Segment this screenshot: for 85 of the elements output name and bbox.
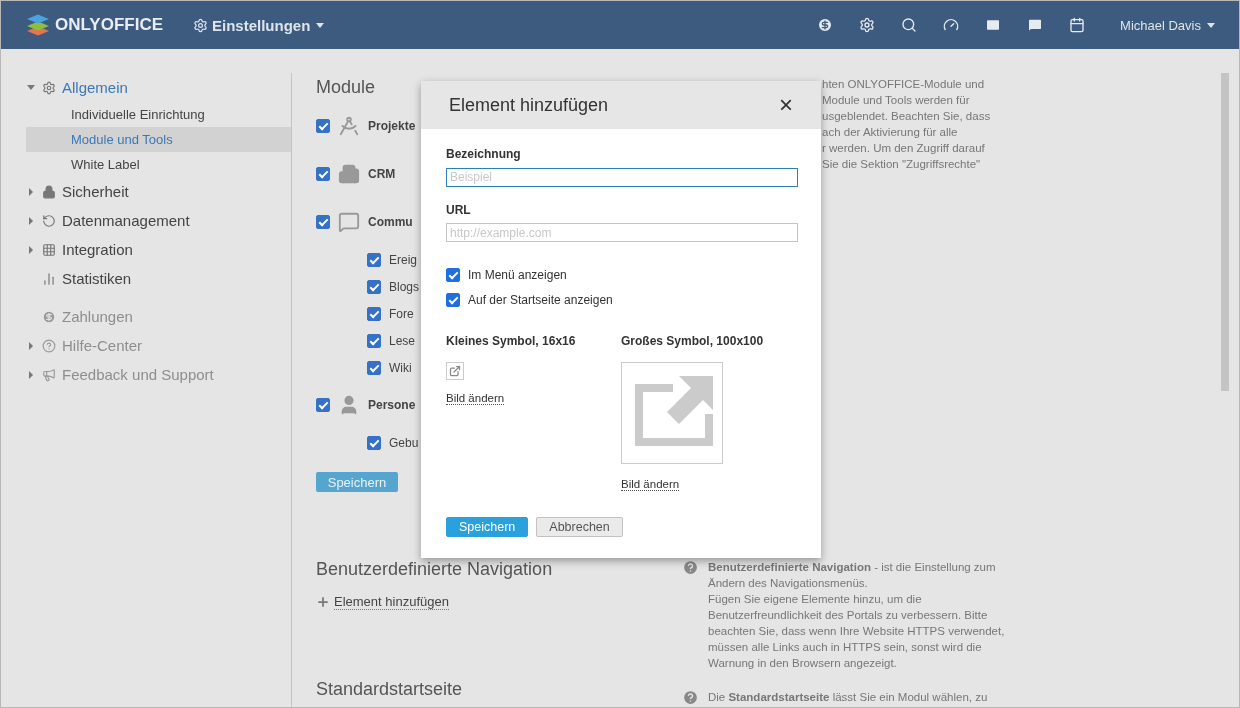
settings-menu[interactable]: Einstellungen bbox=[212, 16, 325, 34]
help-text: hten ONLYOFFICE-Module und bbox=[822, 77, 986, 92]
module-label: CRM bbox=[368, 167, 396, 181]
field-label: Kleines Symbol, 16x16 bbox=[446, 334, 576, 348]
checkbox[interactable] bbox=[367, 360, 381, 375]
icon-preview bbox=[446, 362, 464, 380]
chat-icon bbox=[338, 211, 360, 233]
sidebar-item[interactable]: Sicherheit bbox=[62, 183, 129, 200]
module-label: Blogs bbox=[389, 279, 420, 294]
caret-icon[interactable] bbox=[29, 341, 33, 350]
refresh-icon bbox=[42, 213, 56, 228]
checkbox[interactable] bbox=[367, 333, 381, 348]
caret-icon[interactable] bbox=[29, 187, 33, 196]
field-label: Bezeichnung bbox=[446, 147, 522, 161]
checkbox[interactable] bbox=[367, 279, 381, 294]
caret-icon[interactable] bbox=[29, 245, 33, 254]
caret-icon[interactable] bbox=[27, 85, 35, 90]
help-text: usgeblendet. Beachten Sie, dass bbox=[822, 109, 992, 124]
help-text: r werden. Um den Zugriff darauf bbox=[822, 141, 986, 156]
field-label: Großes Symbol, 100x100 bbox=[621, 334, 764, 348]
module-label: Ereig bbox=[389, 252, 417, 267]
checkbox[interactable] bbox=[316, 119, 330, 133]
lock-icon bbox=[42, 184, 56, 199]
sidebar-item[interactable]: Allgemein bbox=[62, 79, 128, 96]
help-text: Die Standardstartseite lässt Sie ein Modul wählen, zu bbox=[708, 690, 988, 705]
module-label: Persone bbox=[368, 398, 416, 412]
dollar-icon[interactable] bbox=[817, 17, 834, 33]
section-title: Module bbox=[316, 76, 377, 98]
scrollbar-thumb[interactable] bbox=[1221, 73, 1229, 391]
chat-icon[interactable] bbox=[1027, 17, 1044, 33]
caret-icon[interactable] bbox=[29, 370, 33, 379]
sidebar-subitem[interactable]: Individuelle Einrichtung bbox=[26, 102, 291, 127]
checkbox-label: Im Menü anzeigen bbox=[468, 267, 567, 282]
checkbox[interactable] bbox=[367, 435, 381, 450]
section-title: Standardstartseite bbox=[316, 678, 464, 700]
plus-icon bbox=[316, 595, 330, 609]
help-text: Fügen Sie eigene Elemente hinzu, um die Benutzerfreundlichkeit des Portals zu verbessern. Bitte beachten Sie, dass wenn Ihre Website HTTPS verwendet, müssen alle Links auch in HTTPS sein, sonst wird die Warnung in den Browsern angezeigt. bbox=[708, 592, 1006, 671]
building-icon bbox=[338, 163, 360, 185]
bar-chart-icon bbox=[42, 271, 56, 286]
caret-icon[interactable] bbox=[29, 216, 33, 225]
help-text: Module und Tools werden für bbox=[822, 93, 971, 108]
sidebar-item[interactable]: Integration bbox=[62, 241, 133, 258]
module-label: Projekte bbox=[368, 119, 416, 133]
compass-icon bbox=[338, 115, 360, 137]
gear-icon bbox=[42, 80, 56, 95]
sidebar-item[interactable]: Statistiken bbox=[62, 270, 132, 287]
megaphone-icon bbox=[42, 367, 56, 382]
checkbox[interactable] bbox=[367, 252, 381, 267]
module-label: Lese bbox=[389, 333, 416, 348]
cancel-button[interactable]: Abbrechen bbox=[536, 517, 623, 537]
module-label: Gebu bbox=[389, 435, 419, 450]
gear-icon bbox=[193, 17, 208, 33]
section-title: Benutzerdefinierte Navigation bbox=[316, 558, 554, 580]
checkbox[interactable] bbox=[316, 398, 330, 412]
gauge-icon[interactable] bbox=[943, 17, 960, 33]
checkbox[interactable] bbox=[316, 215, 330, 229]
help-icon bbox=[42, 338, 56, 353]
help-text: ach der Aktivierung für alle bbox=[822, 125, 959, 140]
help-text: Benutzerdefinierte Navigation - ist die Einstellung zum Ändern des Navigationsmenüs. bbox=[708, 560, 997, 591]
close-button[interactable]: × bbox=[779, 93, 793, 117]
search-icon[interactable] bbox=[901, 17, 918, 33]
dollar-icon bbox=[42, 309, 56, 324]
field-label: URL bbox=[446, 202, 472, 217]
checkbox[interactable] bbox=[446, 292, 460, 307]
help-icon bbox=[682, 559, 699, 576]
dialog-title: Element hinzufügen bbox=[449, 94, 609, 116]
checkbox[interactable] bbox=[316, 167, 330, 181]
module-label: Commu bbox=[368, 215, 413, 229]
calendar-icon[interactable] bbox=[1069, 17, 1086, 33]
logo-text: ONLYOFFICE bbox=[55, 15, 163, 35]
checkbox[interactable] bbox=[367, 306, 381, 321]
grid-icon bbox=[42, 242, 56, 257]
checkbox[interactable] bbox=[446, 267, 460, 282]
change-image-link[interactable]: Bild ändern bbox=[446, 392, 505, 405]
help-text: Sie die Sektion "Zugriffsrechte" bbox=[822, 157, 982, 172]
module-label: Wiki bbox=[389, 360, 412, 375]
change-image-link[interactable]: Bild ändern bbox=[621, 478, 680, 491]
add-element-link[interactable]: Element hinzufügen bbox=[316, 594, 449, 610]
sidebar-subitem[interactable]: White Label bbox=[26, 152, 291, 177]
sidebar-item[interactable]: Datenmanagement bbox=[62, 212, 190, 229]
checkbox-label: Auf der Startseite anzeigen bbox=[468, 292, 613, 307]
module-label: Fore bbox=[389, 306, 414, 321]
settings-icon[interactable] bbox=[859, 17, 876, 33]
user-menu[interactable]: Michael Davis bbox=[1120, 17, 1215, 33]
logo-icon bbox=[25, 13, 51, 37]
